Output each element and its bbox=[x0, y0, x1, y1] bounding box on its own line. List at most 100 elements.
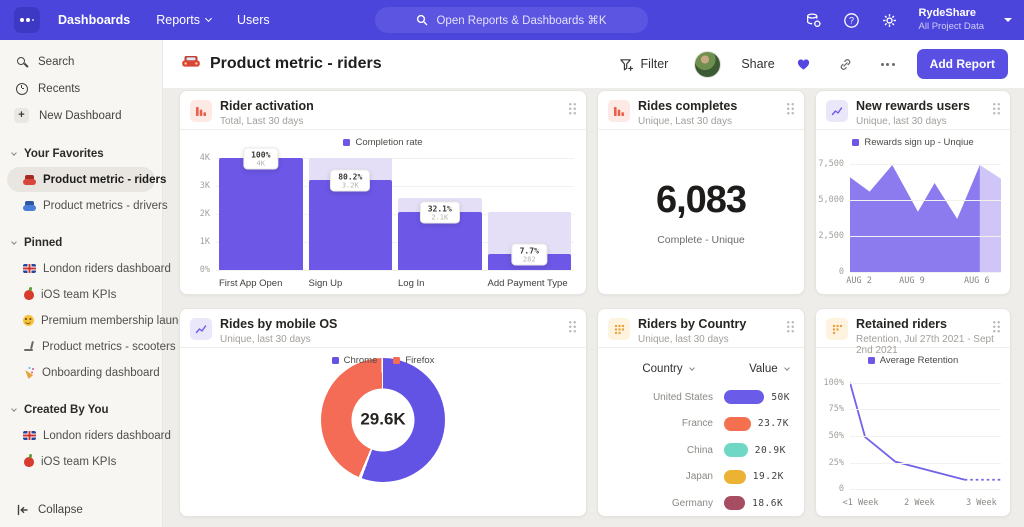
y-axis-tick: 5,000 bbox=[818, 195, 844, 206]
section-header[interactable]: Created By You bbox=[0, 398, 162, 422]
country-value: 50K bbox=[771, 391, 790, 403]
funnel-columns: 100% 4K 80.2% 3.2K 32.1% 2.1K 7.7% 282 bbox=[216, 147, 574, 270]
sidebar-item[interactable]: Product metric - riders bbox=[7, 167, 166, 192]
page-header: Product metric - riders Filter Share Add… bbox=[163, 40, 1024, 88]
card-title[interactable]: Rides completes bbox=[638, 99, 737, 114]
card-title[interactable]: Rides by mobile OS bbox=[220, 317, 337, 332]
global-search[interactable]: Open Reports & Dashboards ⌘K bbox=[375, 7, 648, 33]
y-axis-tick: 2K bbox=[199, 209, 210, 219]
line-chart-icon bbox=[826, 100, 848, 122]
sidebar-item[interactable]: iOS team KPIs bbox=[7, 282, 155, 307]
nav-dashboards[interactable]: Dashboards bbox=[58, 13, 130, 27]
filter-label: Filter bbox=[640, 57, 669, 71]
help-icon[interactable]: ? bbox=[839, 7, 865, 33]
funnel-step-bar bbox=[219, 158, 303, 270]
sidebar-action-search[interactable]: Search bbox=[0, 48, 162, 75]
main-content: Product metric - riders Filter Share Add… bbox=[163, 40, 1024, 527]
bar-chart-icon bbox=[608, 100, 630, 122]
grid-chart-icon bbox=[608, 318, 630, 340]
sidebar-item[interactable]: Premium membership launch bbox=[7, 308, 191, 333]
chevron-down-icon bbox=[11, 149, 17, 156]
app-logo-icon[interactable] bbox=[14, 7, 40, 33]
share-button[interactable]: Share bbox=[741, 57, 774, 71]
collapse-label: Collapse bbox=[38, 504, 83, 516]
sidebar-action-recents[interactable]: Recents bbox=[0, 75, 162, 102]
sidebar-item[interactable]: Product metrics - scooters bbox=[7, 334, 176, 359]
card-title[interactable]: Retained riders bbox=[856, 317, 1000, 332]
gridline bbox=[850, 272, 1001, 273]
metric-value: 6,083 bbox=[655, 178, 747, 221]
y-axis-tick: 75% bbox=[828, 404, 844, 415]
y-axis-tick: 25% bbox=[828, 457, 844, 468]
collapse-button[interactable]: Collapse bbox=[16, 504, 83, 516]
sort-country-header[interactable]: Country bbox=[612, 363, 724, 375]
card-title[interactable]: Riders by Country bbox=[638, 317, 746, 332]
funnel-step[interactable]: 7.7% 282 bbox=[487, 158, 571, 270]
country-bar bbox=[724, 469, 746, 484]
section-title: Created By You bbox=[24, 404, 109, 416]
legend-swatch bbox=[393, 357, 401, 364]
nav-users[interactable]: Users bbox=[237, 13, 270, 27]
section-header[interactable]: Your Favorites bbox=[0, 142, 162, 166]
legend-firefox[interactable]: Firefox bbox=[393, 355, 434, 366]
sidebar-item[interactable]: London riders dashboard bbox=[7, 423, 171, 448]
funnel-step[interactable]: 80.2% 3.2K bbox=[308, 158, 392, 270]
drag-handle-icon[interactable] bbox=[568, 320, 577, 333]
funnel-step-label: First App Open bbox=[219, 278, 283, 289]
drag-handle-icon[interactable] bbox=[786, 102, 795, 115]
y-axis-tick: 7,500 bbox=[818, 159, 844, 170]
nav-reports[interactable]: Reports bbox=[156, 13, 213, 27]
drag-handle-icon[interactable] bbox=[786, 320, 795, 333]
legend-average-retention[interactable]: Average Retention bbox=[867, 355, 958, 366]
section-title: Pinned bbox=[24, 237, 63, 249]
filter-button[interactable]: Filter bbox=[619, 57, 669, 72]
sidebar-item[interactable]: London riders dashboard bbox=[7, 256, 171, 281]
legend-completion-rate[interactable]: Completion rate bbox=[343, 137, 423, 148]
sort-value-header[interactable]: Value bbox=[724, 363, 790, 375]
chevron-down-icon bbox=[204, 14, 213, 23]
sidebar-item[interactable]: Onboarding dashboard bbox=[7, 360, 160, 385]
svg-text:?: ? bbox=[849, 15, 854, 25]
section-header[interactable]: Pinned bbox=[0, 231, 162, 255]
car-blue-icon bbox=[23, 200, 36, 211]
y-axis-tick: 100% bbox=[823, 377, 844, 388]
area-plot: 7,500 5,000 2,500 0 AUG 2 AUG 9 AUG 6 bbox=[818, 159, 1001, 286]
settings-gear-icon[interactable] bbox=[877, 7, 903, 33]
drag-handle-icon[interactable] bbox=[992, 102, 1001, 115]
avatar[interactable] bbox=[694, 50, 722, 78]
drag-handle-icon[interactable] bbox=[568, 102, 577, 115]
sidebar-item[interactable]: iOS team KPIs bbox=[7, 449, 155, 474]
card-title[interactable]: Rider activation bbox=[220, 99, 314, 114]
funnel-step[interactable]: 100% 4K bbox=[219, 147, 303, 270]
funnel-xlabels: First App Open Sign Up Log In Add Payment T… bbox=[216, 278, 574, 289]
country-value: 23.7K bbox=[757, 418, 789, 430]
sidebar-sections: Your Favorites Product metric - riders Pro… bbox=[0, 142, 191, 474]
card-rides-by-mobile-os: Rides by mobile OS Unique, last 30 days C… bbox=[179, 308, 587, 517]
card-subtitle: Unique, last 30 days bbox=[638, 334, 729, 346]
gridline bbox=[850, 436, 1001, 437]
sidebar: Search Recents New Dashboard Your Favorite… bbox=[0, 40, 191, 527]
legend-rewards-signup[interactable]: Rewards sign up - Unqiue bbox=[852, 137, 974, 148]
more-options-icon[interactable] bbox=[875, 53, 901, 75]
funnel-tooltip: 7.7% 282 bbox=[511, 243, 547, 266]
sidebar-action-new-dashboard[interactable]: New Dashboard bbox=[0, 102, 162, 129]
data-management-icon[interactable] bbox=[801, 7, 827, 33]
smiley-icon bbox=[23, 315, 34, 326]
gridline bbox=[850, 409, 1001, 411]
drag-handle-icon[interactable] bbox=[992, 320, 1001, 333]
add-report-button[interactable]: Add Report bbox=[916, 49, 1008, 79]
card-title[interactable]: New rewards users bbox=[856, 99, 970, 114]
funnel-step[interactable]: 32.1% 2.1K bbox=[398, 158, 482, 270]
project-caret-icon[interactable] bbox=[1004, 18, 1012, 22]
legend-swatch bbox=[867, 357, 875, 364]
legend-chrome[interactable]: Chrome bbox=[331, 355, 377, 366]
card-riders-by-country: Riders by Country Unique, last 30 days Co… bbox=[597, 308, 805, 517]
sidebar-item[interactable]: Product metrics - drivers bbox=[7, 193, 168, 218]
area-chart bbox=[850, 165, 1001, 272]
funnel-step-label: Add Payment Type bbox=[487, 278, 568, 289]
sidebar-item-label: iOS team KPIs bbox=[41, 455, 117, 468]
copy-link-icon[interactable] bbox=[833, 53, 859, 75]
red-car-icon bbox=[181, 54, 201, 74]
project-switcher[interactable]: RydeShare All Project Data bbox=[919, 7, 984, 33]
favorite-heart-icon[interactable] bbox=[791, 53, 817, 75]
